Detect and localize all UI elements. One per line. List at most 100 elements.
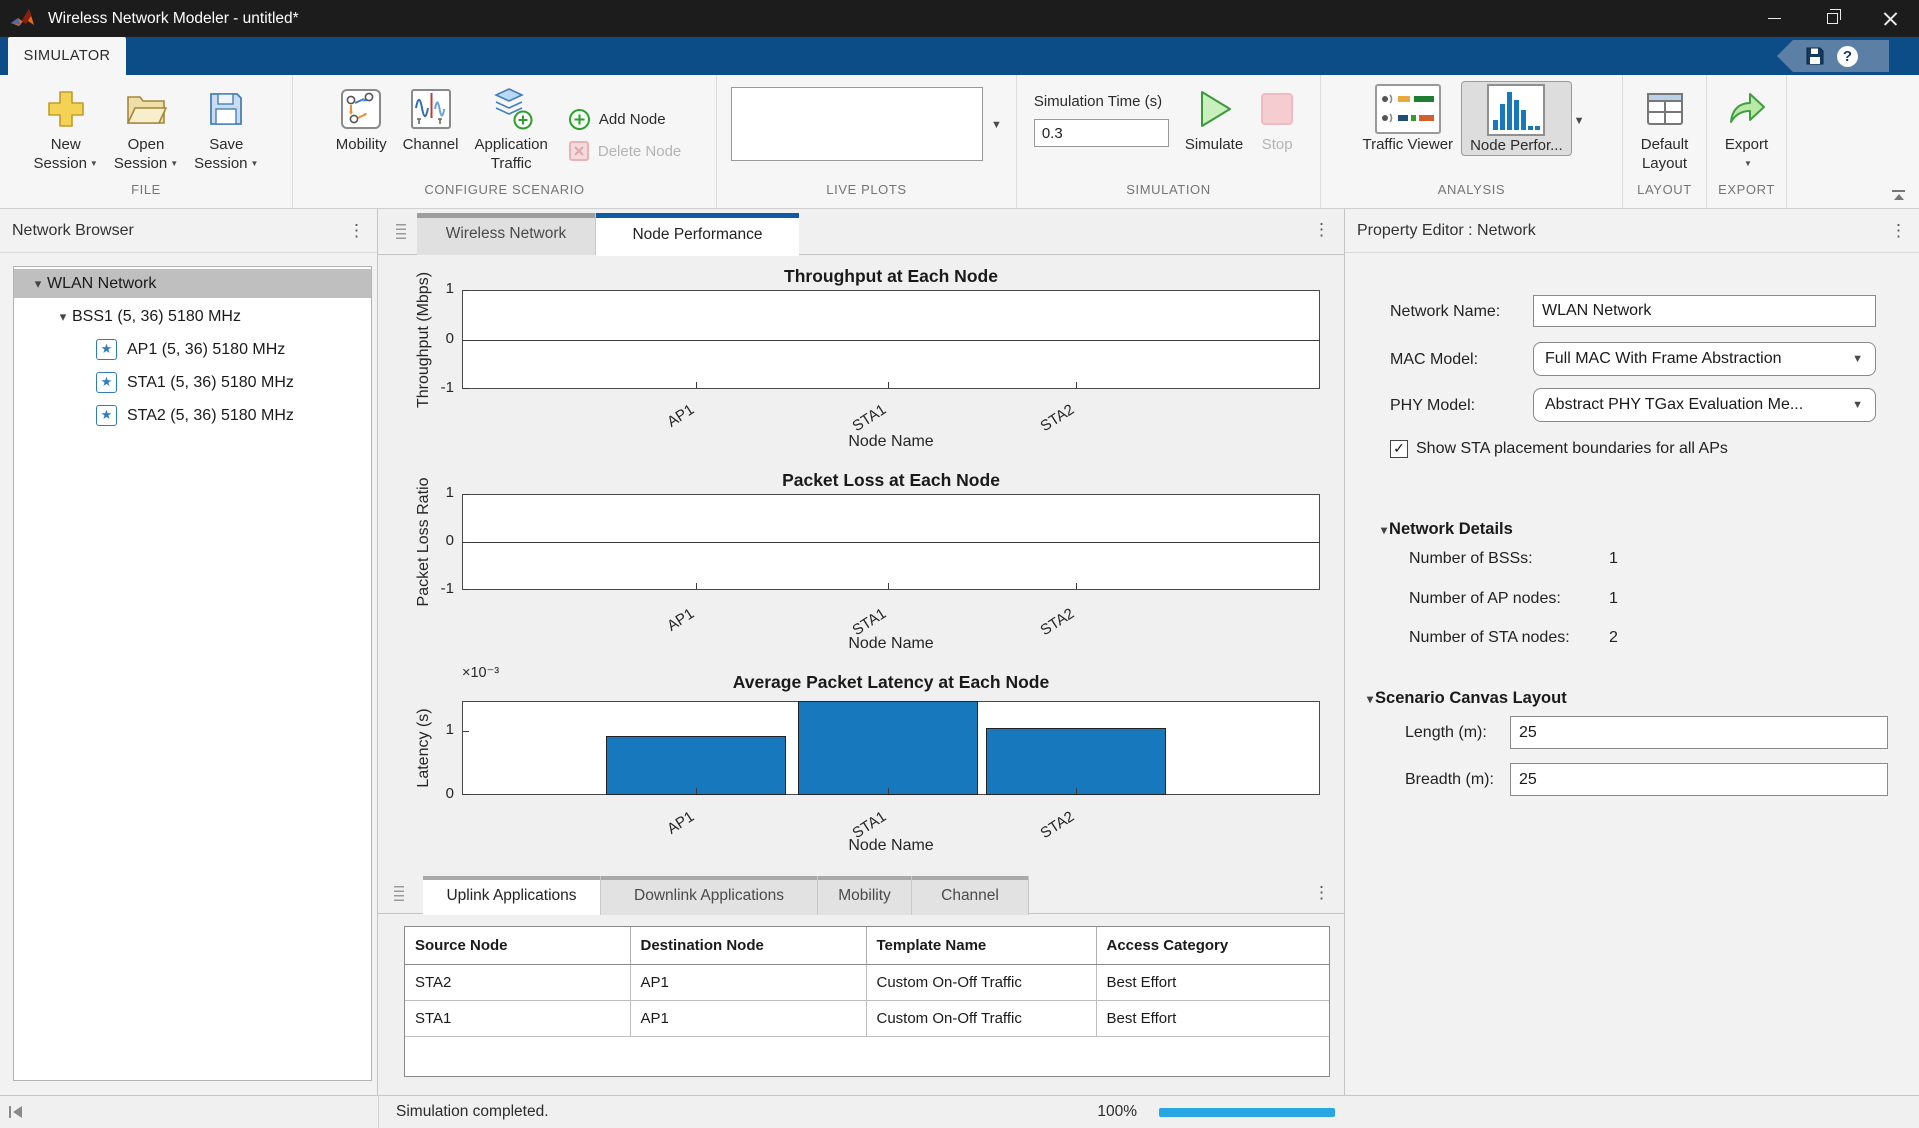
- column-header-access-category[interactable]: Access Category: [1096, 927, 1329, 964]
- save-session-label: Save: [209, 136, 243, 153]
- default-layout-icon: [1644, 83, 1686, 135]
- cell-destination-node[interactable]: AP1: [630, 1000, 866, 1036]
- open-session-button[interactable]: Open Session▼: [106, 81, 186, 173]
- property-editor-panel: Property Editor : Network ⋮ Network Name…: [1345, 209, 1919, 1095]
- network-name-input[interactable]: [1533, 295, 1876, 327]
- window-title: Wireless Network Modeler - untitled*: [48, 10, 299, 28]
- ribbon-section-simulation: Simulation Time (s) Simulate Stop SIMULA…: [1016, 75, 1320, 208]
- export-button[interactable]: Export ▼: [1717, 81, 1777, 173]
- stop-button[interactable]: Stop: [1251, 81, 1303, 154]
- breadth-input[interactable]: [1510, 763, 1888, 796]
- chart-y-tick-label: 0: [410, 532, 454, 549]
- tab-channel[interactable]: Channel: [912, 876, 1029, 915]
- tree-expanded-icon[interactable]: ▾: [54, 309, 72, 325]
- close-button[interactable]: [1861, 0, 1919, 37]
- node-performance-button[interactable]: Node Perfor...: [1461, 81, 1572, 156]
- kebab-menu-icon[interactable]: ⋮: [1313, 221, 1330, 238]
- table-row[interactable]: STA2 AP1 Custom On-Off Traffic Best Effo…: [405, 964, 1329, 1000]
- chart-x-axis-label: Node Name: [462, 433, 1320, 451]
- column-header-template-name[interactable]: Template Name: [866, 927, 1096, 964]
- tree-item-wlan-network[interactable]: ▾ WLAN Network: [14, 269, 371, 298]
- cell-destination-node[interactable]: AP1: [630, 964, 866, 1000]
- cell-template-name[interactable]: Custom On-Off Traffic: [866, 964, 1096, 1000]
- channel-button[interactable]: Channel: [395, 81, 467, 154]
- section-label-layout: LAYOUT: [1623, 182, 1706, 208]
- minimize-button[interactable]: [1745, 0, 1803, 37]
- restore-panel-icon[interactable]: [9, 1105, 25, 1119]
- cell-source-node[interactable]: STA1: [405, 1000, 630, 1036]
- add-node-icon: [568, 108, 591, 131]
- section-collapse-icon[interactable]: ▾: [1381, 523, 1387, 537]
- tree-item-bss1[interactable]: ▾ BSS1 (5, 36) 5180 MHz: [14, 302, 371, 331]
- section-label-export: EXPORT: [1707, 182, 1786, 208]
- stop-label: Stop: [1262, 136, 1293, 153]
- table-row[interactable]: STA1 AP1 Custom On-Off Traffic Best Effo…: [405, 1000, 1329, 1036]
- save-session-button[interactable]: Save Session▼: [186, 81, 266, 173]
- tree-expanded-icon[interactable]: ▾: [29, 276, 47, 292]
- section-label-configure: CONFIGURE SCENARIO: [293, 182, 716, 208]
- cell-source-node[interactable]: STA2: [405, 964, 630, 1000]
- chart-y-tick: [463, 340, 469, 341]
- caret-down-icon: ▼: [170, 159, 178, 168]
- save-session-icon: [207, 83, 245, 135]
- kebab-menu-icon[interactable]: ⋮: [1890, 222, 1907, 239]
- status-divider: [378, 1096, 379, 1128]
- tab-wireless-network[interactable]: Wireless Network: [417, 213, 596, 255]
- tree-item-sta1[interactable]: ★ STA1 (5, 36) 5180 MHz: [14, 368, 371, 397]
- simulate-icon: [1191, 83, 1237, 135]
- chart-bar: [986, 728, 1166, 795]
- section-label-analysis: ANALYSIS: [1321, 182, 1622, 208]
- sta-boundaries-checkbox[interactable]: ✓: [1390, 440, 1408, 458]
- drag-grip-icon[interactable]: [396, 224, 406, 242]
- cell-template-name[interactable]: Custom On-Off Traffic: [866, 1000, 1096, 1036]
- section-collapse-icon[interactable]: ▾: [1367, 692, 1373, 706]
- section-label-file: FILE: [0, 182, 292, 208]
- caret-down-icon[interactable]: ▼: [991, 119, 1002, 131]
- cell-access-category[interactable]: Best Effort: [1096, 1000, 1329, 1036]
- scenario-canvas-layout-header[interactable]: ▾Scenario Canvas Layout: [1367, 689, 1567, 708]
- phy-model-dropdown[interactable]: Abstract PHY TGax Evaluation Me... ▼: [1533, 388, 1876, 422]
- length-input[interactable]: [1510, 716, 1888, 749]
- close-icon: [1883, 11, 1898, 26]
- application-traffic-button[interactable]: Application Traffic: [466, 81, 555, 173]
- cell-access-category[interactable]: Best Effort: [1096, 964, 1329, 1000]
- mobility-button[interactable]: Mobility: [328, 81, 395, 154]
- mac-model-dropdown[interactable]: Full MAC With Frame Abstraction ▼: [1533, 342, 1876, 376]
- caret-down-icon[interactable]: ▼: [1574, 115, 1585, 127]
- chart-y-tick-label: 1: [410, 280, 454, 297]
- tab-simulator[interactable]: SIMULATOR: [8, 37, 126, 75]
- delete-node-button[interactable]: Delete Node: [568, 135, 681, 167]
- tree-item-sta2[interactable]: ★ STA2 (5, 36) 5180 MHz: [14, 401, 371, 430]
- chart-x-tick: [696, 583, 697, 589]
- default-layout-button[interactable]: Default Layout: [1633, 81, 1697, 173]
- new-session-button[interactable]: New Session▼: [26, 81, 106, 173]
- live-plots-listbox[interactable]: [731, 87, 983, 161]
- simulation-time-input[interactable]: [1034, 119, 1169, 147]
- tab-node-performance[interactable]: Node Performance: [596, 213, 799, 256]
- delete-node-icon: [568, 140, 590, 162]
- sta-boundaries-label: Show STA placement boundaries for all AP…: [1416, 440, 1728, 458]
- restore-button[interactable]: [1803, 0, 1861, 37]
- tab-uplink-applications[interactable]: Uplink Applications: [423, 876, 601, 915]
- chart-y-tick-label: -1: [410, 580, 454, 597]
- ribbon-section-layout: Default Layout LAYOUT: [1622, 75, 1706, 208]
- kebab-menu-icon[interactable]: ⋮: [348, 222, 365, 239]
- drag-grip-icon[interactable]: [394, 886, 404, 904]
- quick-save-icon[interactable]: [1805, 46, 1825, 66]
- help-icon[interactable]: ?: [1837, 46, 1858, 67]
- tab-downlink-applications[interactable]: Downlink Applications: [601, 876, 818, 915]
- column-header-source-node[interactable]: Source Node: [405, 927, 630, 964]
- tree-item-ap1[interactable]: ★ AP1 (5, 36) 5180 MHz: [14, 335, 371, 364]
- traffic-viewer-button[interactable]: Traffic Viewer: [1354, 81, 1461, 154]
- add-node-button[interactable]: Add Node: [568, 103, 681, 135]
- channel-icon: [410, 83, 452, 135]
- tab-mobility[interactable]: Mobility: [818, 876, 912, 915]
- kebab-menu-icon[interactable]: ⋮: [1313, 884, 1330, 901]
- status-bar: Simulation completed. 100%: [0, 1095, 1919, 1128]
- export-icon: [1725, 83, 1769, 135]
- simulate-button[interactable]: Simulate: [1177, 81, 1251, 154]
- network-details-header[interactable]: ▾Network Details: [1381, 520, 1513, 539]
- collapse-ribbon-icon[interactable]: [1891, 190, 1907, 202]
- caret-down-icon: ▼: [1852, 389, 1863, 421]
- column-header-destination-node[interactable]: Destination Node: [630, 927, 866, 964]
